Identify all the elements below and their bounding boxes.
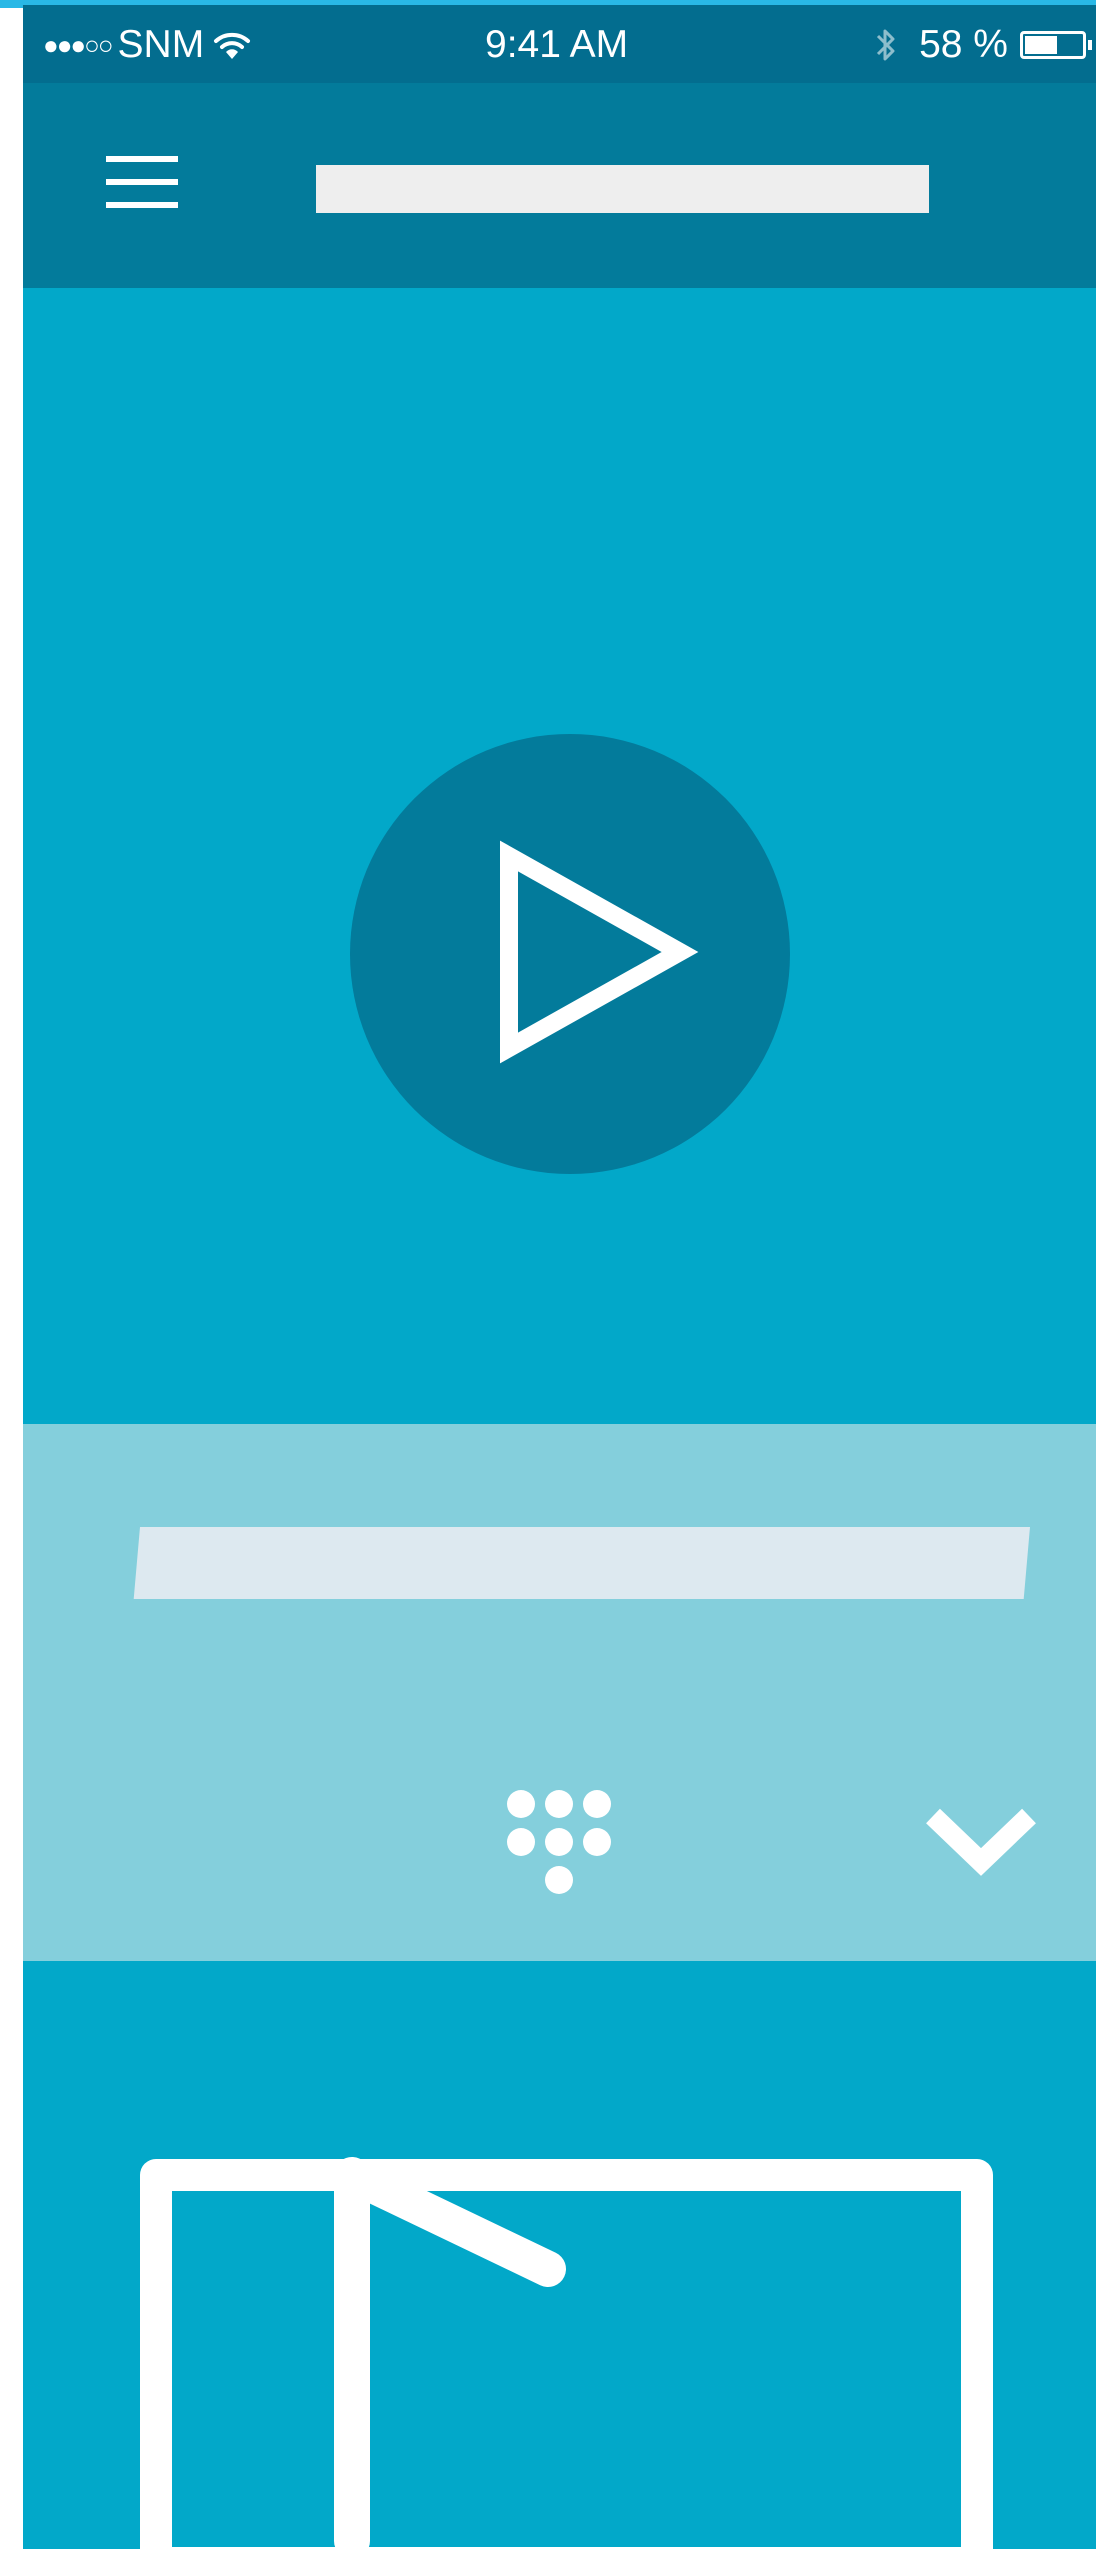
hero-play-button[interactable]	[350, 734, 790, 1174]
phone-screen: ●●●○○ SNM 9:41 AM 58 %	[23, 5, 1096, 2549]
status-time: 9:41 AM	[485, 23, 629, 66]
play-icon	[334, 2157, 566, 2549]
hamburger-menu-icon-line	[106, 156, 178, 162]
keypad-button[interactable]	[499, 1782, 619, 1902]
keypad-icon	[507, 1790, 611, 1894]
battery-icon	[1020, 31, 1086, 59]
hero-section	[23, 288, 1096, 1424]
hamburger-menu-icon-line	[106, 202, 178, 208]
battery-tip	[1088, 40, 1092, 50]
battery-level-fill	[1025, 36, 1057, 54]
battery-percentage: 58 %	[919, 23, 1008, 66]
hamburger-menu-icon-line	[106, 179, 178, 185]
signal-strength-icon: ●●●○○	[43, 29, 114, 60]
bluetooth-icon	[877, 29, 895, 61]
carrier-name: SNM	[117, 23, 205, 66]
status-bar: ●●●○○ SNM 9:41 AM 58 %	[23, 5, 1096, 83]
wifi-icon	[214, 32, 251, 59]
status-left: ●●●○○ SNM	[43, 23, 252, 67]
menu-button[interactable]	[103, 156, 183, 216]
lower-section	[23, 1961, 1096, 2549]
play-icon	[500, 840, 699, 1064]
nav-title-placeholder	[316, 165, 929, 213]
chevron-down-icon	[926, 1808, 1036, 1876]
status-right: 58 %	[875, 23, 1092, 67]
info-title-placeholder	[133, 1527, 1030, 1599]
info-panel	[23, 1424, 1096, 1961]
expand-button[interactable]	[921, 1794, 1041, 1884]
navigation-bar	[23, 83, 1096, 288]
